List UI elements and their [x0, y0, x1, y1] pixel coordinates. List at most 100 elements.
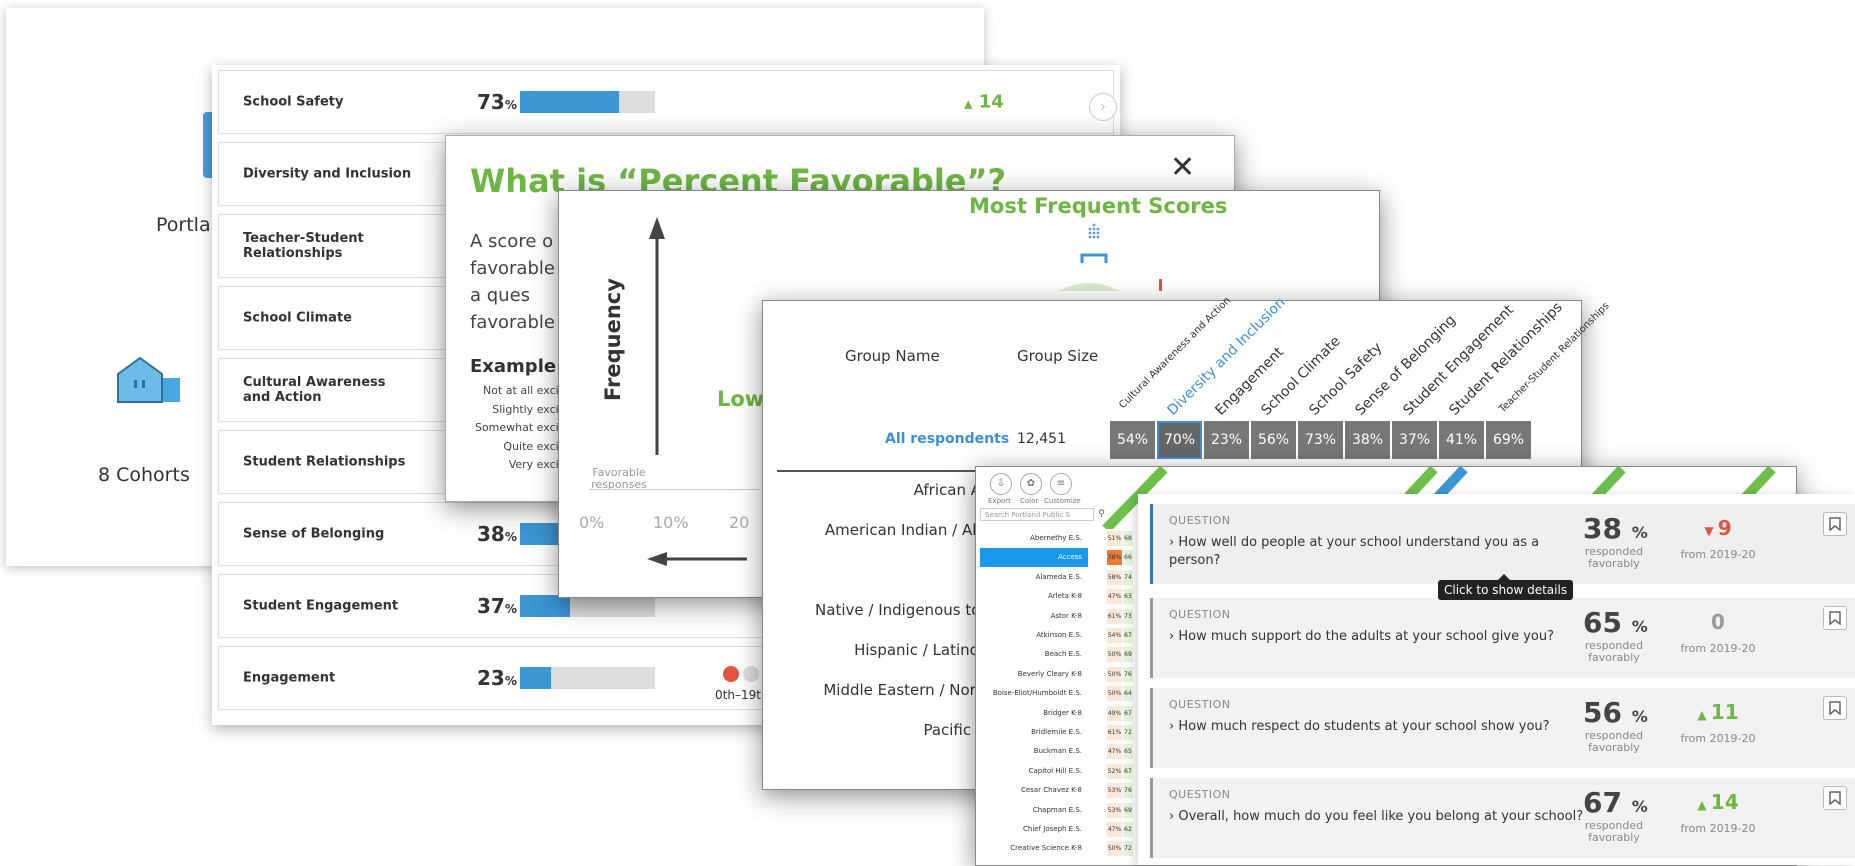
chevron-right-icon[interactable]: ›	[1089, 93, 1117, 121]
question-text[interactable]: › How much respect do students at your s…	[1169, 718, 1589, 736]
school-row[interactable]: Atkinson E.S.	[980, 626, 1088, 645]
all-respondents-link[interactable]: All respondents	[885, 431, 1009, 447]
question-text[interactable]: › How much support do the adults at your…	[1169, 628, 1589, 646]
school-row[interactable]: Arleta K-8	[980, 587, 1088, 606]
score-cell[interactable]: 70%	[1157, 421, 1202, 459]
question-text[interactable]: › How well do people at your school unde…	[1169, 534, 1589, 570]
export-icon[interactable]: ⇩	[990, 473, 1012, 495]
school-row[interactable]: Capitol Hill E.S.	[980, 762, 1088, 781]
heat-cell[interactable]: 65	[1123, 744, 1133, 760]
score-cell[interactable]: 37%	[1392, 421, 1437, 459]
topic-name: Diversity and Inclusion	[243, 166, 412, 182]
example-option: Very excit	[508, 458, 563, 471]
score-cell[interactable]: 73%	[1298, 421, 1343, 459]
score-cell[interactable]: 69%	[1486, 421, 1531, 459]
heat-cell[interactable]: 67	[1123, 628, 1133, 643]
question-item[interactable]: QUESTION › How much support do the adults…	[1150, 598, 1855, 678]
sliders-icon[interactable]: ≡	[1050, 473, 1072, 495]
heat-cell[interactable]: 69	[1123, 802, 1133, 818]
heat-cell[interactable]: 50%	[1107, 686, 1122, 702]
school-row[interactable]: Boise-Eliot/Humboldt E.S.	[980, 684, 1088, 703]
heat-cell[interactable]: 61%	[1107, 608, 1122, 624]
chevron-right-icon: ›	[1169, 809, 1179, 824]
heat-cell[interactable]: 66	[1123, 550, 1133, 566]
bookmark-icon[interactable]	[1823, 786, 1847, 810]
school-row[interactable]: Access	[980, 548, 1088, 568]
question-delta: 0	[1711, 610, 1725, 634]
percentile-dot	[723, 666, 739, 682]
heat-cell[interactable]: 47%	[1107, 744, 1122, 760]
x-tick: 10%	[653, 513, 689, 532]
school-row[interactable]: Bridger K-8	[980, 704, 1088, 723]
heat-cell[interactable]: 62	[1123, 822, 1133, 837]
heat-cell[interactable]: 67	[1123, 705, 1133, 721]
bookmark-icon[interactable]	[1823, 696, 1847, 720]
heat-cell[interactable]: 50%	[1107, 841, 1122, 857]
score-cell[interactable]: 23%	[1204, 421, 1249, 459]
heat-cell[interactable]: 64	[1123, 686, 1133, 702]
heat-cell[interactable]: 38%	[1107, 550, 1122, 566]
down-arrow-icon: ▼	[1704, 524, 1718, 538]
heat-cell[interactable]: 76	[1123, 783, 1133, 799]
heat-cell[interactable]: 61%	[1107, 725, 1122, 740]
school-row[interactable]: Cesar Chavez K-8	[980, 781, 1088, 800]
school-row[interactable]: Bridlemile E.S.	[980, 723, 1088, 742]
heat-cell[interactable]: 73	[1123, 608, 1133, 624]
heat-cell[interactable]: 76	[1123, 666, 1133, 682]
heat-cell[interactable]: 50%	[1107, 647, 1122, 663]
topic-percent: 38%	[477, 522, 517, 546]
school-row[interactable]: Alameda E.S.	[980, 568, 1088, 587]
heat-cell[interactable]: 54%	[1107, 628, 1122, 643]
heat-cell[interactable]: 69	[1123, 647, 1133, 663]
heat-cell[interactable]: 67	[1123, 763, 1133, 779]
heat-cell[interactable]: 68	[1123, 531, 1133, 546]
percentile-range: 0th–19th	[715, 688, 769, 702]
heat-cell[interactable]: 49%	[1107, 705, 1122, 721]
heat-cell[interactable]: 53%	[1107, 802, 1122, 818]
school-row[interactable]: Buckman E.S.	[980, 742, 1088, 761]
score-cell[interactable]: 41%	[1439, 421, 1484, 459]
responded-favorably: responded favorably	[1584, 819, 1644, 844]
heat-cell[interactable]: 72	[1123, 841, 1133, 857]
topic-row[interactable]: School Safety 73% ▲ 14 ›	[218, 70, 1117, 134]
score-cell[interactable]: 54%	[1110, 421, 1155, 459]
topic-name: Sense of Belonging	[243, 526, 385, 542]
heat-cell[interactable]: 74	[1123, 569, 1133, 585]
palette-icon[interactable]: ✿	[1020, 473, 1042, 495]
x-axis-line	[589, 489, 759, 490]
heat-cell[interactable]: 63	[1123, 589, 1133, 605]
question-text[interactable]: › Overall, how much do you feel like you…	[1169, 808, 1589, 826]
school-row[interactable]: Astor K-8	[980, 607, 1088, 626]
score-cell[interactable]: 56%	[1251, 421, 1296, 459]
question-label: QUESTION	[1169, 698, 1231, 711]
heat-cell[interactable]: 47%	[1107, 589, 1122, 605]
heat-cell[interactable]: 47%	[1107, 822, 1122, 837]
school-row[interactable]: Chief Joseph E.S.	[980, 820, 1088, 839]
heat-cell[interactable]: 52%	[1107, 763, 1122, 779]
school-search-input[interactable]: Search Portland Public S	[980, 508, 1094, 521]
topic-percent: 23%	[477, 666, 517, 690]
bookmark-icon[interactable]	[1823, 512, 1847, 536]
heat-cell[interactable]: 58%	[1107, 569, 1122, 585]
heat-cell[interactable]: 72	[1123, 725, 1133, 740]
question-item[interactable]: QUESTION › Overall, how much do you feel …	[1150, 778, 1855, 858]
heat-cell[interactable]: 53%	[1107, 783, 1122, 799]
topic-name: Student Relationships	[243, 454, 406, 470]
column-header[interactable]: Cultural Awareness and Action	[1117, 295, 1233, 411]
left-arrow	[647, 552, 747, 566]
school-row[interactable]: Chapman E.S.	[980, 801, 1088, 820]
bookmark-icon[interactable]	[1823, 606, 1847, 630]
question-item[interactable]: QUESTION › How much respect do students a…	[1150, 688, 1855, 768]
question-item[interactable]: QUESTION › How well do people at your sch…	[1150, 504, 1855, 584]
heat-cell[interactable]: 50%	[1107, 666, 1122, 682]
topic-delta: ▲ 14	[964, 91, 1004, 113]
school-row[interactable]: Beverly Cleary K-8	[980, 665, 1088, 684]
score-cell[interactable]: 38%	[1345, 421, 1390, 459]
close-icon[interactable]: ✕	[1170, 150, 1195, 185]
school-row[interactable]: Creative Science K-8	[980, 839, 1088, 858]
comparison-year: from 2019-20	[1680, 822, 1756, 835]
heat-cell[interactable]: 51%	[1107, 531, 1122, 546]
school-row[interactable]: Abernethy E.S.	[980, 529, 1088, 548]
comparison-year: from 2019-20	[1680, 732, 1756, 745]
school-row[interactable]: Beach E.S.	[980, 645, 1088, 664]
